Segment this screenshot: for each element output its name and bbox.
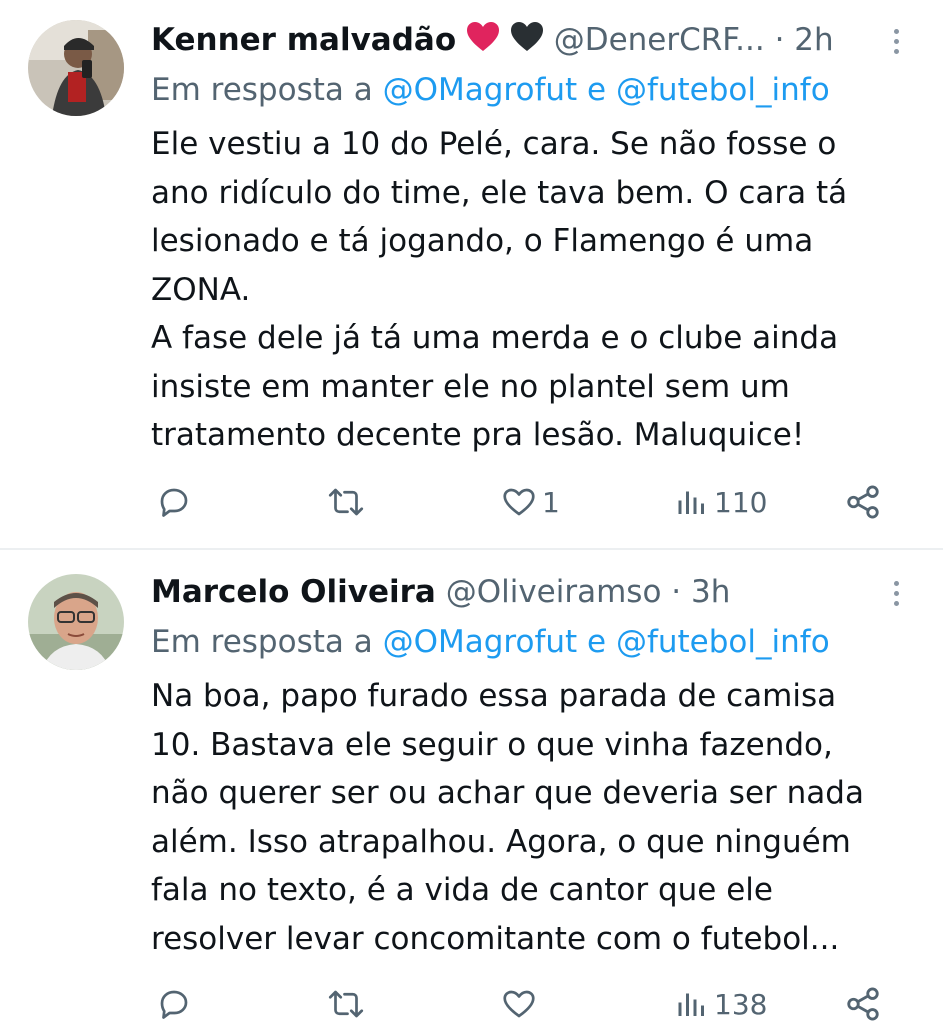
like-icon <box>503 488 535 516</box>
display-name[interactable]: Kenner malvadão <box>151 22 456 58</box>
like-count: 1 <box>542 485 560 519</box>
retweet-icon <box>328 990 364 1018</box>
views-button[interactable]: 110 <box>674 482 767 522</box>
reply-icon <box>160 488 188 517</box>
like-button[interactable] <box>500 984 538 1024</box>
retweet-button[interactable] <box>326 984 366 1024</box>
mention-conjunction: e <box>587 72 607 108</box>
black-heart-icon <box>510 21 544 62</box>
avatar[interactable] <box>28 574 124 670</box>
avatar[interactable] <box>28 20 124 116</box>
mention-link[interactable]: @OMagrofut <box>383 624 578 660</box>
mention-link[interactable]: @OMagrofut <box>383 72 578 108</box>
like-button[interactable]: 1 <box>500 482 560 522</box>
retweet-button[interactable] <box>326 482 366 522</box>
more-icon[interactable] <box>884 24 908 64</box>
views-count: 110 <box>714 485 768 519</box>
display-name[interactable]: Marcelo Oliveira <box>151 574 436 610</box>
red-heart-icon <box>466 21 500 62</box>
reply-context: Em resposta a @OMagrofut e @futebol_info <box>151 622 923 662</box>
reply-prefix: Em resposta a <box>151 72 373 108</box>
reply-context: Em resposta a @OMagrofut e @futebol_info <box>151 70 923 110</box>
retweet-icon <box>328 488 364 516</box>
tweet-text: Na boa, papo furado essa parada de camis… <box>151 678 864 957</box>
tweet-1[interactable]: Kenner malvadão @DenerCRF... · 2h Em res… <box>0 0 943 548</box>
reply-button[interactable] <box>156 984 192 1024</box>
user-handle[interactable]: @DenerCRF... <box>554 22 765 58</box>
tweet-header: Kenner malvadão @DenerCRF... · 2h <box>151 20 943 60</box>
timestamp[interactable]: · 2h <box>775 22 834 58</box>
share-button[interactable] <box>844 482 882 522</box>
share-button[interactable] <box>844 984 882 1024</box>
views-button[interactable]: 138 <box>674 984 767 1024</box>
mention-link[interactable]: @futebol_info <box>616 72 830 108</box>
mention-link[interactable]: @futebol_info <box>616 624 830 660</box>
more-icon[interactable] <box>884 576 908 616</box>
mention-conjunction: e <box>587 624 607 660</box>
user-handle[interactable]: @Oliveiramso <box>446 574 662 610</box>
timestamp[interactable]: · 3h <box>671 574 730 610</box>
tweet-header: Marcelo Oliveira @Oliveiramso · 3h <box>151 572 943 612</box>
reply-button[interactable] <box>156 482 192 522</box>
share-icon <box>847 485 879 519</box>
tweet-text: Ele vestiu a 10 do Pelé, cara. Se não fo… <box>151 126 848 453</box>
reply-icon <box>160 990 188 1019</box>
tweet-2[interactable]: Marcelo Oliveira @Oliveiramso · 3h Em re… <box>0 550 943 1024</box>
like-icon <box>503 990 535 1018</box>
reply-prefix: Em resposta a <box>151 624 373 660</box>
share-icon <box>847 987 879 1021</box>
views-icon <box>678 491 704 514</box>
views-icon <box>678 993 704 1016</box>
views-count: 138 <box>714 987 768 1021</box>
